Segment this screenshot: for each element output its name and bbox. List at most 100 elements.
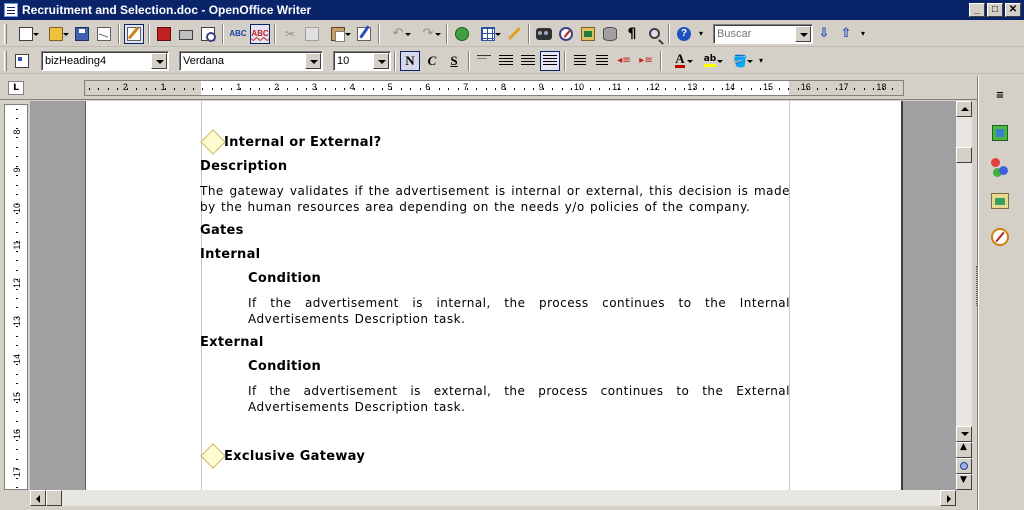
arrow-up-icon: ⇧ — [840, 26, 852, 41]
paragraph-style-arrow[interactable] — [151, 52, 167, 69]
description-heading: Description — [200, 159, 288, 174]
gallery-button[interactable] — [578, 24, 598, 44]
formatting-marks-button[interactable]: ¶ — [622, 24, 642, 44]
ruler-h-label: 1 — [160, 82, 166, 92]
tab-stop-selector[interactable]: L — [8, 81, 24, 95]
ruler-v-tick — [16, 260, 18, 262]
external-condition-heading: Condition — [248, 359, 322, 374]
sidebar-properties-button[interactable] — [989, 122, 1011, 144]
sidebar-splitter[interactable] — [976, 266, 978, 306]
font-name-arrow[interactable] — [305, 52, 321, 69]
scroll-up-button[interactable] — [956, 101, 972, 117]
ruler-h-tick — [126, 88, 128, 90]
ruler-h-tick — [344, 88, 346, 90]
horizontal-scroll-thumb[interactable] — [46, 490, 62, 506]
font-name-combo[interactable]: Verdana — [179, 50, 323, 71]
decrease-indent-button[interactable]: ◂≡ — [614, 51, 634, 71]
bullets-button[interactable] — [592, 51, 612, 71]
navigation-button[interactable] — [956, 458, 972, 474]
open-button[interactable] — [42, 24, 70, 44]
close-icon: ✕ — [1008, 4, 1018, 15]
find-text-combo[interactable] — [713, 23, 813, 44]
title-bar[interactable]: Recruitment and Selection.doc - OpenOffi… — [0, 0, 1024, 20]
find-next-button[interactable]: ⇩ — [814, 24, 834, 44]
background-color-button[interactable]: 🪣 — [726, 51, 754, 71]
horizontal-scrollbar[interactable] — [30, 490, 956, 506]
horizontal-ruler[interactable]: 2 1 1 2 3 4 5 6 7 8 9 10 11 12 13 14 15 16 17 18 — [84, 80, 904, 96]
find-dropdown-arrow[interactable] — [795, 25, 811, 42]
justify-button[interactable] — [540, 50, 560, 71]
redo-button[interactable]: ↷ — [414, 24, 442, 44]
ruler-h-tick — [684, 88, 686, 90]
hyperlink-button[interactable] — [452, 24, 472, 44]
spellcheck-button[interactable]: ABC — [228, 24, 248, 44]
show-draw-functions-button[interactable] — [504, 24, 524, 44]
document-page[interactable]: Internal or External? Description The ga… — [85, 101, 903, 490]
sidebar-gallery-button[interactable] — [989, 190, 1011, 212]
scroll-down-button[interactable] — [956, 426, 972, 442]
maximize-button[interactable]: □ — [987, 3, 1003, 17]
ruler-v-label: 10 — [12, 202, 22, 213]
page-preview-button[interactable] — [198, 24, 218, 44]
close-button[interactable]: ✕ — [1005, 3, 1021, 17]
align-left-button[interactable] — [474, 51, 494, 71]
toolbar-grip[interactable] — [4, 23, 7, 44]
next-page-button[interactable]: ▼ — [956, 474, 972, 490]
bold-button[interactable]: N — [400, 50, 420, 71]
data-sources-button[interactable] — [600, 24, 620, 44]
scroll-right-button[interactable] — [940, 490, 956, 506]
vertical-scrollbar[interactable]: ▲ ▼ — [956, 101, 972, 490]
scissors-icon: ✂ — [284, 26, 296, 41]
styles-formatting-button[interactable] — [12, 51, 32, 71]
minimize-button[interactable]: _ — [969, 3, 985, 17]
scroll-left-button[interactable] — [30, 490, 46, 506]
font-size-arrow[interactable] — [373, 52, 389, 69]
align-right-button[interactable] — [518, 51, 538, 71]
find-previous-button[interactable]: ⇧ — [836, 24, 856, 44]
align-center-button[interactable] — [496, 51, 516, 71]
help-button[interactable]: ? — [674, 24, 694, 44]
vertical-scroll-thumb[interactable] — [956, 147, 972, 163]
copy-icon — [305, 26, 319, 41]
edit-file-button[interactable] — [124, 23, 144, 44]
new-document-button[interactable] — [12, 24, 40, 44]
font-size-combo[interactable]: 10 — [333, 50, 391, 71]
previous-page-button[interactable]: ▲ — [956, 442, 972, 458]
sidebar-menu-button[interactable]: ≡ — [989, 84, 1011, 106]
toolbar-overflow-button[interactable]: ▾ — [696, 24, 706, 44]
find-replace-button[interactable] — [534, 24, 554, 44]
underline-button[interactable]: S — [444, 51, 464, 71]
zoom-button[interactable] — [644, 24, 664, 44]
ruler-h-tick — [816, 88, 818, 90]
sidebar-styles-button[interactable] — [989, 156, 1011, 178]
print-button[interactable] — [176, 24, 196, 44]
vertical-ruler[interactable]: 8 9 10 11 12 13 14 15 16 17 — [4, 104, 28, 490]
ruler-h-label: 13 — [687, 82, 698, 92]
paste-button[interactable] — [324, 24, 352, 44]
insert-table-button[interactable] — [474, 24, 502, 44]
increase-indent-button[interactable]: ▸≡ — [636, 51, 656, 71]
toolbar-grip[interactable] — [4, 50, 7, 71]
clone-formatting-button[interactable] — [354, 24, 374, 44]
email-document-button[interactable] — [94, 24, 114, 44]
sidebar-navigator-button[interactable] — [989, 226, 1011, 248]
document-content[interactable]: Internal or External? Description The ga… — [200, 129, 790, 465]
numbering-button[interactable] — [570, 51, 590, 71]
toolbar-overflow-button-2[interactable]: ▾ — [858, 24, 868, 44]
autospellcheck-button[interactable]: ABC — [250, 23, 270, 44]
export-pdf-button[interactable] — [154, 24, 174, 44]
find-text-input[interactable] — [717, 27, 795, 40]
italic-button[interactable]: C — [422, 51, 442, 71]
toolbar-overflow-button-3[interactable]: ▾ — [756, 51, 766, 71]
save-button[interactable] — [72, 24, 92, 44]
copy-button[interactable] — [302, 24, 322, 44]
undo-button[interactable]: ↶ — [384, 24, 412, 44]
font-color-button[interactable]: A — [666, 51, 694, 71]
justify-icon — [543, 54, 557, 67]
cut-button[interactable]: ✂ — [280, 24, 300, 44]
ruler-h-label: 9 — [538, 82, 544, 92]
email-icon — [97, 26, 111, 41]
highlighting-button[interactable]: ab — [696, 51, 724, 71]
paragraph-style-combo[interactable]: bizHeading4 — [41, 50, 169, 71]
navigator-button[interactable] — [556, 24, 576, 44]
